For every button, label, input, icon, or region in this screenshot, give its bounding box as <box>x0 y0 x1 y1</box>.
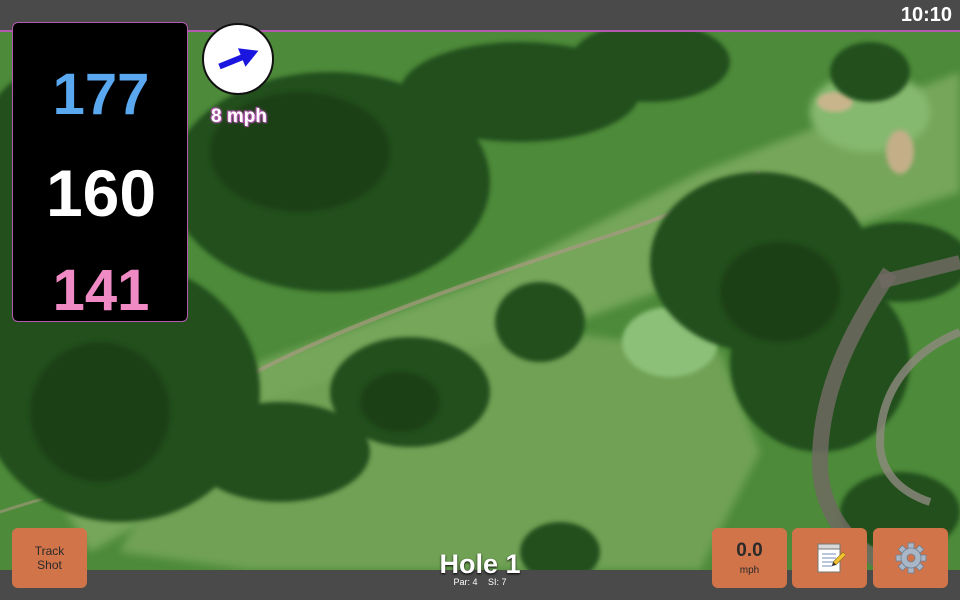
distance-back: 177 <box>52 62 150 127</box>
wind-reading-unit: mph <box>739 564 760 576</box>
clock: 10:10 <box>900 4 952 26</box>
wind-direction-dial <box>202 23 274 95</box>
gear-icon <box>895 542 926 574</box>
track-shot-label-line1: Track <box>34 544 65 558</box>
hole-par: Par: 4 <box>453 577 478 587</box>
wind-reading-value: 0.0 <box>736 539 763 561</box>
hole-meta: Par: 4 SI: 7 <box>380 577 580 587</box>
hole-stroke-index: SI: 7 <box>488 577 507 587</box>
wind-speed-label: 8 mph <box>211 106 267 127</box>
track-shot-button[interactable]: Track Shot <box>12 528 87 588</box>
wind-speed-button[interactable]: 0.0 mph <box>712 528 787 588</box>
notepad-icon <box>817 543 845 573</box>
notes-button[interactable] <box>792 528 867 588</box>
distance-middle: 160 <box>45 156 157 230</box>
distance-front: 141 <box>52 258 150 323</box>
track-shot-label-line2: Shot <box>37 558 62 572</box>
hole-title: Hole 1 <box>439 549 521 579</box>
settings-button[interactable] <box>873 528 948 588</box>
distance-panel: 177 160 141 <box>12 22 188 323</box>
wind-arrow-icon <box>218 48 259 70</box>
